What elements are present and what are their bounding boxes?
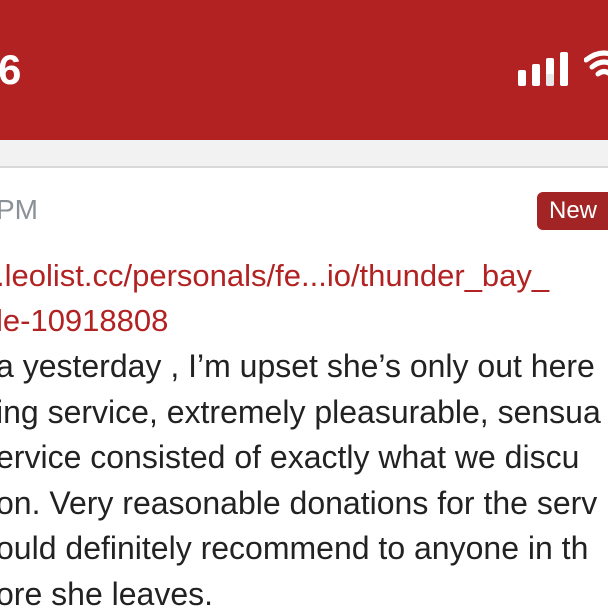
post-body: a yesterday , I’m upset she’s only out h… [0, 344, 608, 608]
post-link-line-2[interactable]: le-10918808 [0, 298, 608, 343]
post-body-line-6: ore she leaves. [0, 575, 214, 608]
post-link-line-1[interactable]: .leolist.cc/personals/fe...io/thunder_ba… [0, 253, 608, 298]
post-body-line-3: ervice consisted of exactly what we disc… [0, 439, 580, 475]
cellular-signal-icon [518, 52, 568, 86]
new-badge: New [537, 192, 608, 230]
wifi-icon [584, 50, 608, 77]
status-time: 6 [0, 46, 22, 93]
post-body-line-4: on. Very reasonable donations for the se… [0, 484, 598, 521]
post-link[interactable]: .leolist.cc/personals/fe...io/thunder_ba… [0, 253, 608, 343]
post-body-line-5: ould definitely recommend to anyone in t… [0, 530, 589, 566]
post-body-line-2: ing service, extremely pleasurable, sens… [0, 393, 601, 430]
post-time: PM [0, 194, 38, 225]
status-bar: 6 [0, 0, 608, 140]
post-body-line-1: a yesterday , I’m upset she’s only out h… [0, 348, 595, 384]
header-divider [0, 140, 608, 168]
